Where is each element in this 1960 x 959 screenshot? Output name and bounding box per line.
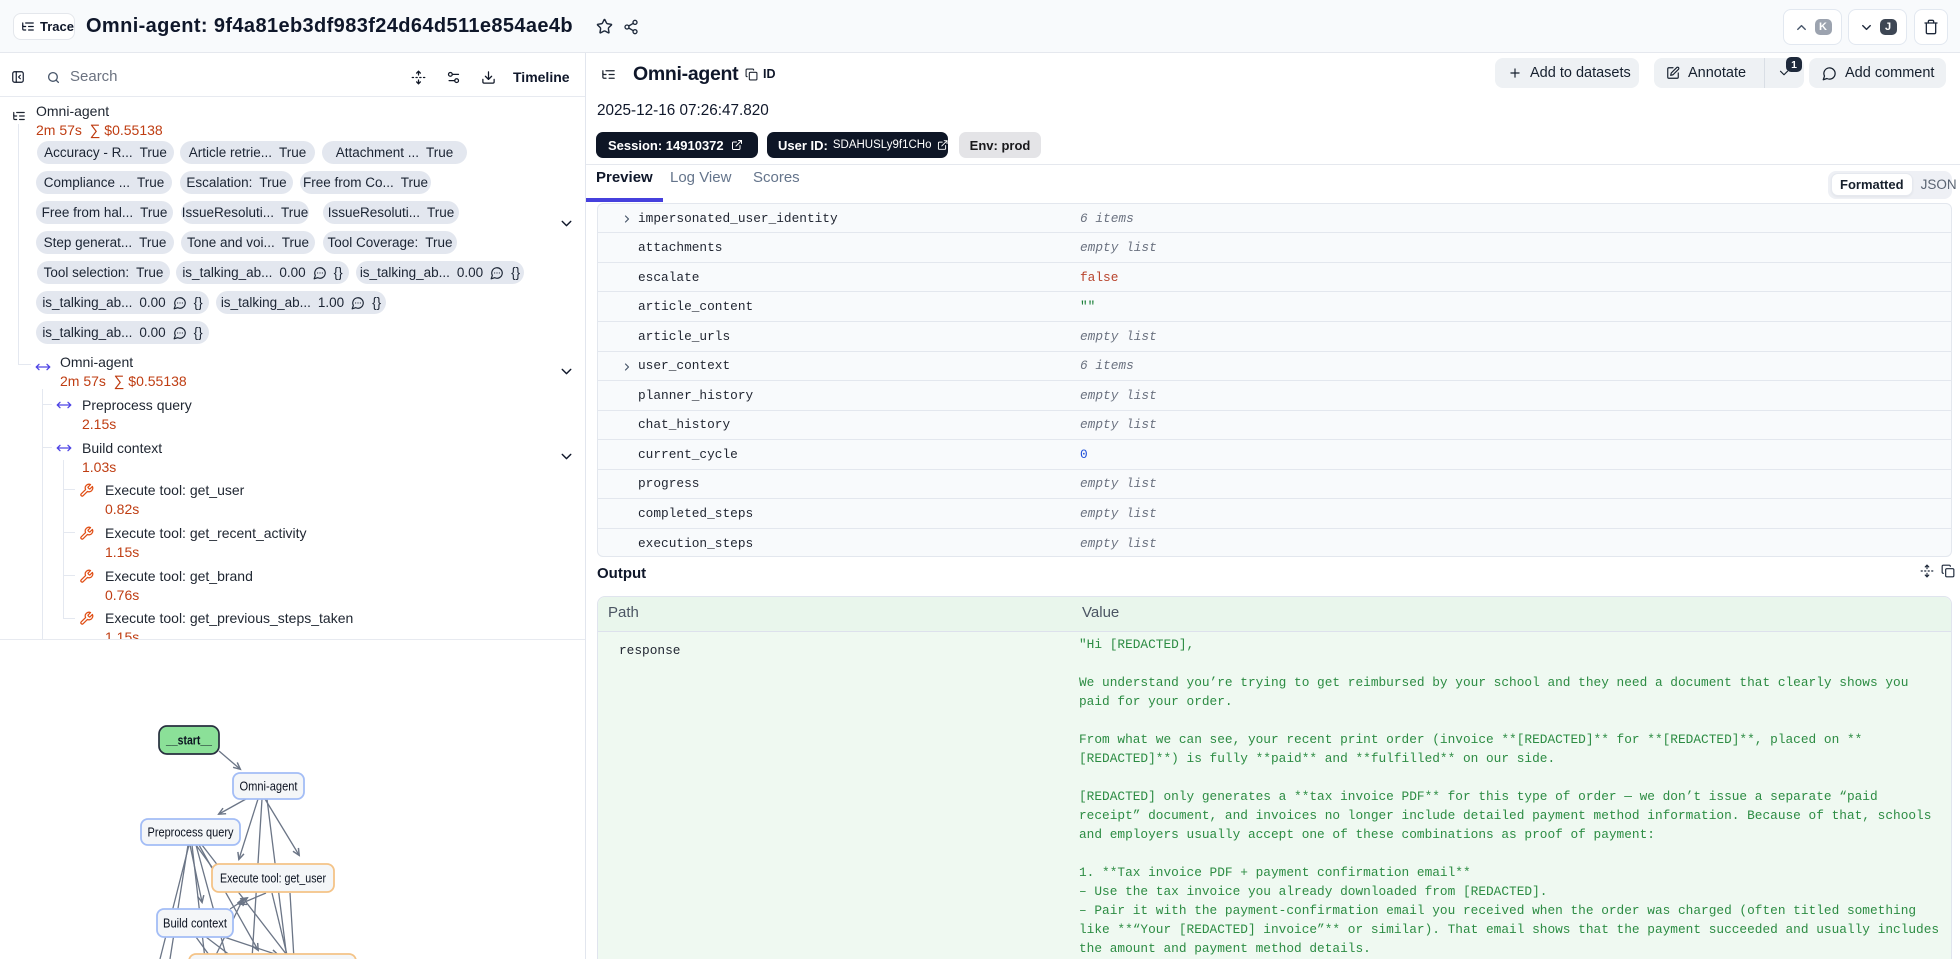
svg-text:Build context: Build context (163, 916, 227, 931)
svg-text:Omni-agent: Omni-agent (240, 779, 298, 794)
svg-text:Preprocess query: Preprocess query (148, 825, 234, 840)
svg-text:Execute tool: get_user: Execute tool: get_user (220, 871, 327, 886)
svg-text:__start__: __start__ (165, 734, 213, 748)
